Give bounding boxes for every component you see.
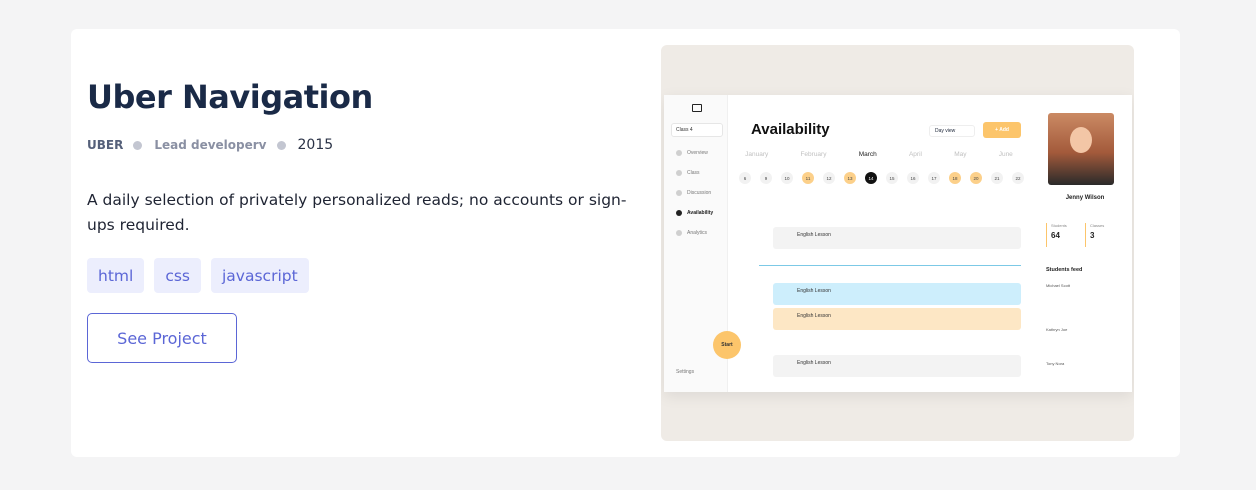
chart-icon [676, 230, 682, 236]
preview-nav-analytics: Analytics [676, 230, 707, 236]
dashboard-icon [676, 150, 682, 156]
class-icon [676, 170, 682, 176]
preview-days: 6 9 10 11 12 13 14 15 16 17 18 20 21 22 [739, 172, 1024, 184]
project-description: A daily selection of privately personali… [87, 191, 627, 234]
preview-heading: Availability [751, 121, 830, 138]
preview-add-button: + Add [983, 122, 1021, 138]
tech-tags: html css javascript [87, 258, 309, 293]
preview-settings: Settings [676, 369, 695, 375]
preview-months: January February March April May June [745, 151, 1013, 158]
preview-feed-item: Tony Nora [1046, 361, 1065, 366]
preview-profile-panel: Jenny Wilson Students 64 Classes 3 Student… [1040, 95, 1132, 392]
preview-nav-class: Class [676, 170, 700, 176]
tag-css: css [154, 258, 201, 293]
project-meta: UBER Lead developerv 2015 [87, 136, 333, 154]
role-label: Lead developerv [154, 138, 267, 152]
preview-feed-item: Michael Scott [1046, 283, 1071, 288]
see-project-button[interactable]: See Project [87, 313, 237, 363]
project-title: Uber Navigation [87, 78, 373, 116]
preview-profile-name: Jenny Wilson [1065, 195, 1105, 201]
preview-lesson: English Lesson [773, 227, 1021, 249]
preview-class-select: Class 4 [671, 123, 723, 137]
preview-feed-item: Kathryn Joe [1046, 327, 1068, 332]
preview-main: Availability Day view + Add January Febr… [713, 95, 1039, 392]
tag-javascript: javascript [211, 258, 309, 293]
chat-icon [676, 190, 682, 196]
preview-lesson: English Lesson [773, 283, 1021, 305]
preview-lesson: English Lesson [773, 355, 1021, 377]
preview-start-button: Start [713, 331, 741, 359]
year-label: 2015 [297, 137, 334, 153]
preview-nav-availability: Availability [676, 210, 713, 216]
tag-html: html [87, 258, 145, 293]
separator-dot [133, 140, 143, 150]
preview-stats: Students 64 Classes 3 [1046, 223, 1124, 247]
preview-nav-discussion: Discussion [676, 190, 711, 196]
preview-now-line [759, 265, 1021, 266]
preview-lesson: English Lesson [773, 308, 1021, 330]
project-preview-image: Class 4 Overview Class Discussion Availa… [661, 45, 1134, 441]
preview-app-window: Class 4 Overview Class Discussion Availa… [664, 95, 1132, 392]
laptop-icon [692, 104, 702, 112]
company-label: UBER [87, 138, 124, 152]
preview-feed-title: Students feed [1046, 267, 1083, 273]
separator-dot [276, 140, 286, 150]
profile-photo [1048, 113, 1114, 185]
preview-nav-overview: Overview [676, 150, 708, 156]
user-icon [676, 210, 682, 216]
preview-day-view: Day view [929, 125, 975, 137]
